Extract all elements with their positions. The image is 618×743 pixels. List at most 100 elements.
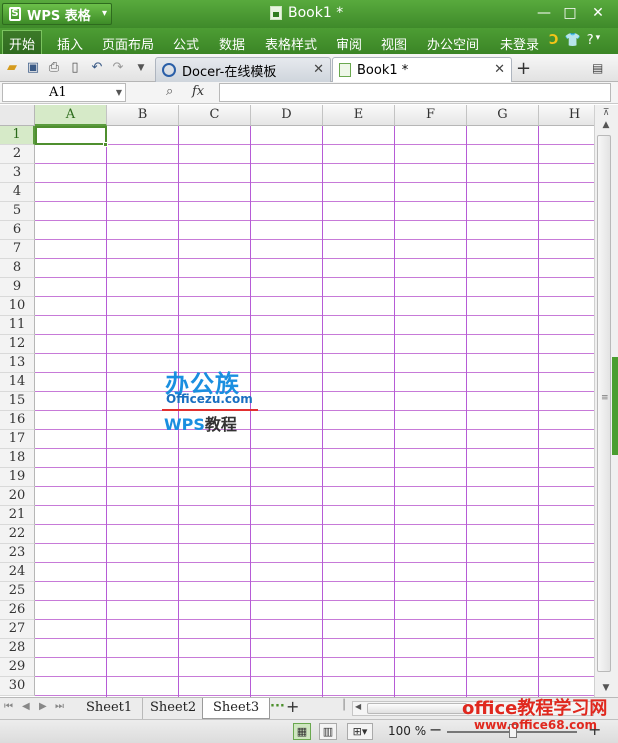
sheet-tab-sheet3[interactable]: Sheet3 [202,698,271,719]
last-sheet-icon[interactable]: ⏭ [55,701,64,712]
tab-page-layout[interactable]: 页面布局 [102,34,154,53]
normal-view-icon[interactable]: ▦ [293,723,311,740]
redo-icon[interactable]: ↷ [110,60,126,76]
row-header[interactable]: 30 [0,677,35,696]
column-header[interactable]: C [179,105,251,126]
zoom-out-button[interactable]: − [429,720,442,739]
cell-area[interactable] [35,126,594,697]
minimize-button[interactable]: — [530,3,558,23]
row-header[interactable]: 8 [0,259,35,278]
page-break-view-icon[interactable]: ▥ [319,723,337,740]
row-header[interactable]: 26 [0,601,35,620]
save-icon[interactable]: ▣ [25,60,41,76]
customize-dropdown-icon[interactable]: ▼ [133,60,149,76]
tab-formulas[interactable]: 公式 [173,34,199,53]
row-header[interactable]: 2 [0,145,35,164]
more-sheets-icon[interactable]: ··· [270,699,285,714]
row-header[interactable]: 16 [0,411,35,430]
open-folder-icon[interactable]: ▰ [4,60,20,76]
formula-input[interactable] [219,83,611,102]
add-sheet-button[interactable]: + [286,697,299,716]
column-header[interactable]: G [467,105,539,126]
row-header[interactable]: 9 [0,278,35,297]
scroll-left-icon[interactable]: ◀ [355,702,361,711]
print-preview-icon[interactable]: ▯ [67,60,83,76]
app-menu-button[interactable]: S WPS 表格 ▾ [2,3,112,25]
row-header[interactable]: 6 [0,221,35,240]
scroll-down-icon[interactable]: ▼ [599,682,613,694]
tab-table-style[interactable]: 表格样式 [265,34,317,53]
name-box[interactable]: A1 ▼ [2,83,126,102]
first-sheet-icon[interactable]: ⏮ [4,701,13,712]
column-header[interactable]: E [323,105,395,126]
tab-home[interactable]: 开始 [2,30,43,54]
print-icon[interactable]: ⎙ [46,60,62,76]
chevron-down-icon[interactable]: ▼ [116,84,122,101]
close-button[interactable]: ✕ [584,3,612,23]
tab-data[interactable]: 数据 [219,34,245,53]
insert-function-button[interactable]: fx [192,84,204,99]
row-header[interactable]: 22 [0,525,35,544]
doc-tab-book1[interactable]: Book1 * ✕ [332,57,512,82]
row-header[interactable]: 10 [0,297,35,316]
scroll-up-icon[interactable]: ▲ [599,119,613,131]
new-tab-button[interactable]: + [516,58,531,79]
row-header[interactable]: 24 [0,563,35,582]
column-header[interactable]: H [539,105,594,126]
row-header[interactable]: 7 [0,240,35,259]
row-header[interactable]: 1 [0,126,35,145]
scroll-top-icon[interactable]: ⊼ [599,107,613,119]
fill-handle[interactable] [103,142,108,147]
column-header[interactable]: A [35,105,107,126]
row-header[interactable]: 4 [0,183,35,202]
split-handle-icon[interactable]: │ [341,700,347,711]
row-header[interactable]: 23 [0,544,35,563]
next-sheet-icon[interactable]: ▶ [39,701,47,712]
fullscreen-view-icon[interactable]: ⊞▾ [347,723,373,740]
close-icon[interactable]: ✕ [313,62,324,77]
select-all-corner[interactable] [0,105,35,126]
active-cell[interactable] [35,126,107,145]
row-header[interactable]: 18 [0,449,35,468]
login-link[interactable]: 未登录 [500,34,539,53]
tab-review[interactable]: 审阅 [336,34,362,53]
zoom-search-icon[interactable]: ⌕ [166,84,173,99]
row-header[interactable]: 20 [0,487,35,506]
row-header[interactable]: 11 [0,316,35,335]
shirt-skin-icon[interactable]: 👕 [565,33,581,48]
tab-insert[interactable]: 插入 [57,34,83,53]
column-header[interactable]: B [107,105,179,126]
prev-sheet-icon[interactable]: ◀ [22,701,30,712]
row-header[interactable]: 5 [0,202,35,221]
close-icon[interactable]: ✕ [494,62,505,77]
row-header[interactable]: 15 [0,392,35,411]
row-header[interactable]: 13 [0,354,35,373]
chevron-down-icon[interactable]: ▾ [596,33,601,48]
tab-view[interactable]: 视图 [381,34,407,53]
row-header[interactable]: 25 [0,582,35,601]
row-header[interactable]: 12 [0,335,35,354]
zoom-level[interactable]: 100 % [388,724,426,738]
row-header[interactable]: 21 [0,506,35,525]
wps-moon-icon[interactable]: Ɔ [549,33,559,48]
undo-icon[interactable]: ↶ [89,60,105,76]
row-header[interactable]: 28 [0,639,35,658]
row-header[interactable]: 3 [0,164,35,183]
side-panel-toggle[interactable] [612,357,618,455]
vertical-scroll-thumb[interactable] [597,135,611,672]
row-header[interactable]: 14 [0,373,35,392]
tab-office-space[interactable]: 办公空间 [427,34,479,53]
tab-list-icon[interactable]: ▤ [592,61,603,75]
row-header[interactable]: 27 [0,620,35,639]
help-icon[interactable]: ? [587,33,594,48]
restore-button[interactable]: □ [556,3,584,23]
sheet-tab-sheet1[interactable]: Sheet1 [76,698,144,719]
column-header[interactable]: F [395,105,467,126]
row-header[interactable]: 29 [0,658,35,677]
sheet-tab-sheet2[interactable]: Sheet2 [140,698,208,719]
horizontal-scroll-thumb[interactable] [367,703,467,714]
row-header[interactable]: 17 [0,430,35,449]
doc-tab-docer[interactable]: Docer-在线模板 ✕ [155,57,331,82]
column-header[interactable]: D [251,105,323,126]
row-header[interactable]: 19 [0,468,35,487]
